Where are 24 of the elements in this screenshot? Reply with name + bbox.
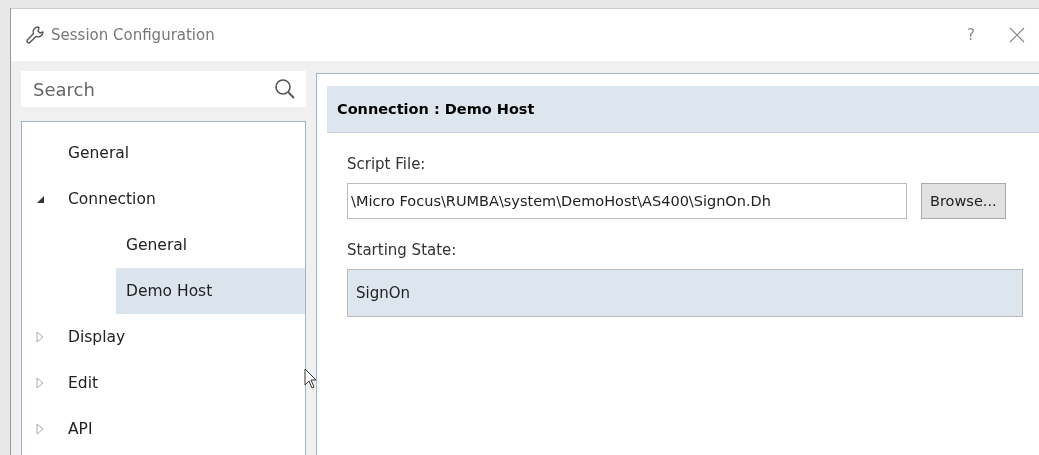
field-label: Starting State: bbox=[347, 241, 458, 259]
collapsed-arrow-icon[interactable] bbox=[36, 377, 44, 389]
tree-item[interactable]: General bbox=[58, 130, 305, 176]
close-button[interactable] bbox=[1009, 27, 1025, 43]
close-icon bbox=[1009, 27, 1025, 43]
script-file-field[interactable]: \Micro Focus\RUMBA\system\DemoHost\AS400\SignOn.Dh bbox=[347, 183, 907, 219]
tree-item[interactable]: Connection bbox=[58, 176, 305, 222]
panel-header: Connection : Demo Host bbox=[327, 86, 1039, 133]
search-field[interactable]: Search bbox=[21, 71, 306, 107]
search-icon bbox=[274, 78, 296, 100]
collapsed-arrow-icon[interactable] bbox=[36, 423, 44, 435]
tree-item[interactable]: Display bbox=[58, 314, 305, 360]
tree-item[interactable]: General bbox=[116, 222, 305, 268]
expanded-arrow-icon[interactable] bbox=[35, 194, 45, 204]
starting-state-field[interactable]: SignOn bbox=[347, 269, 1023, 317]
field-label: Script File: bbox=[347, 155, 427, 173]
help-button[interactable]: ? bbox=[967, 26, 975, 44]
collapsed-arrow-icon[interactable] bbox=[36, 331, 44, 343]
wrench-icon bbox=[25, 25, 45, 45]
tree-item[interactable]: Demo Host bbox=[116, 268, 305, 314]
browse-button[interactable]: Browse... bbox=[921, 183, 1006, 219]
window-title: Session Configuration bbox=[51, 26, 215, 44]
tree-item[interactable]: Edit bbox=[58, 360, 305, 406]
tree-item[interactable]: API bbox=[58, 406, 305, 452]
